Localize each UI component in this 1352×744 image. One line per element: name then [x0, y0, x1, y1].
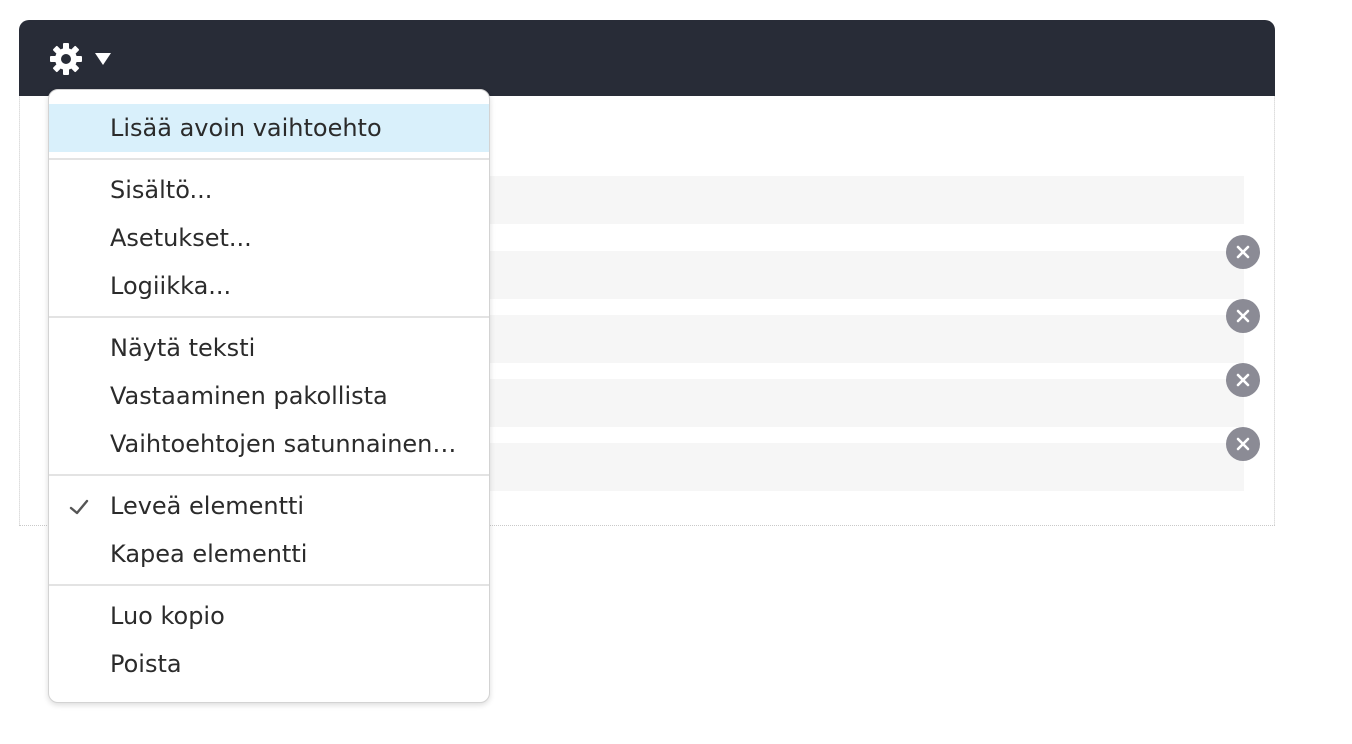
menu-item-settings[interactable]: Asetukset... [49, 214, 489, 262]
question-toolbar [19, 20, 1275, 96]
menu-item-show-text[interactable]: Näytä teksti [49, 324, 489, 372]
menu-item-add-open-option[interactable]: Lisää avoin vaihtoehto [49, 104, 489, 152]
menu-item-answer-required[interactable]: Vastaaminen pakollista [49, 372, 489, 420]
remove-option-button[interactable] [1226, 299, 1260, 333]
gear-icon [50, 43, 82, 75]
menu-divider [49, 316, 489, 318]
settings-dropdown-menu: Lisää avoin vaihtoehto Sisältö... Asetuk… [48, 89, 490, 703]
option-row[interactable] [480, 379, 1244, 427]
remove-option-button[interactable] [1226, 427, 1260, 461]
close-icon [1236, 309, 1250, 323]
menu-item-duplicate[interactable]: Luo kopio [49, 592, 489, 640]
menu-item-logic[interactable]: Logiikka... [49, 262, 489, 310]
menu-item-label: Leveä elementti [110, 492, 305, 520]
menu-item-content[interactable]: Sisältö... [49, 166, 489, 214]
menu-item-randomize-options[interactable]: Vaihtoehtojen satunnainen… [49, 420, 489, 468]
remove-option-button[interactable] [1226, 363, 1260, 397]
remove-option-button[interactable] [1226, 235, 1260, 269]
menu-item-narrow-element[interactable]: Kapea elementti [49, 530, 489, 578]
close-icon [1236, 245, 1250, 259]
option-row[interactable] [480, 251, 1244, 299]
menu-item-delete[interactable]: Poista [49, 640, 489, 688]
settings-menu-button[interactable] [49, 42, 121, 76]
option-row[interactable] [480, 176, 1244, 224]
menu-item-wide-element[interactable]: Leveä elementti [49, 482, 489, 530]
option-row[interactable] [480, 315, 1244, 363]
checkmark-icon [69, 499, 89, 515]
menu-divider [49, 584, 489, 586]
option-row[interactable] [480, 443, 1244, 491]
menu-divider [49, 158, 489, 160]
caret-down-icon [95, 53, 111, 65]
close-icon [1236, 373, 1250, 387]
menu-divider [49, 474, 489, 476]
close-icon [1236, 437, 1250, 451]
